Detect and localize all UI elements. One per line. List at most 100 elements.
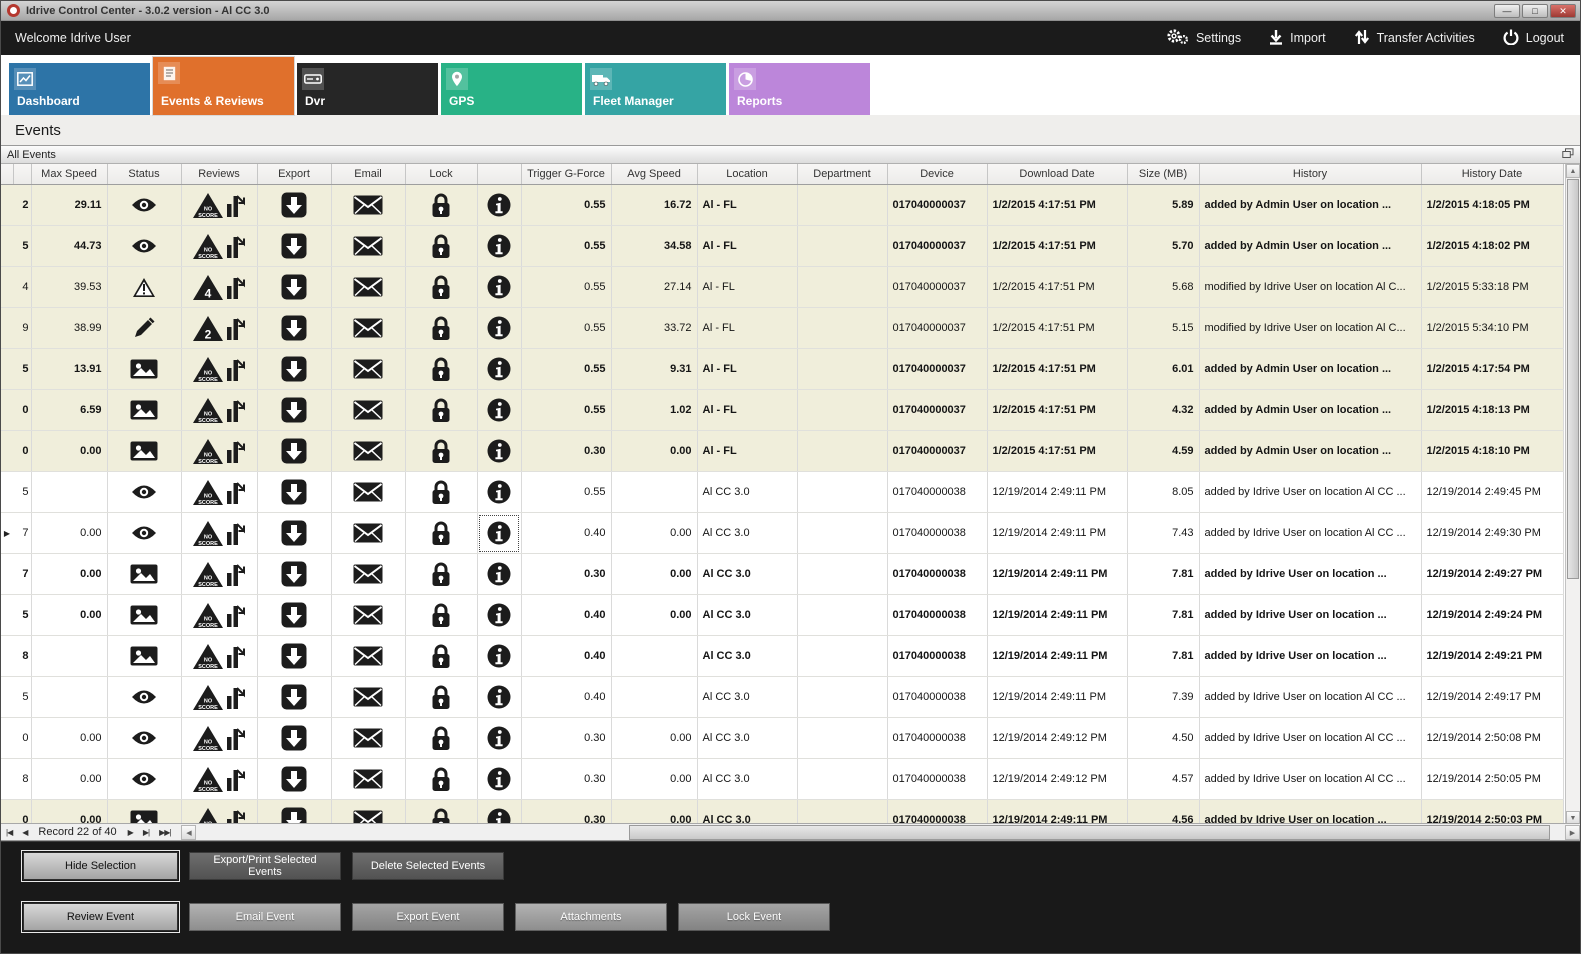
lock-icon[interactable] — [405, 226, 477, 267]
info-icon[interactable] — [477, 185, 521, 226]
column-header[interactable]: Reviews — [181, 164, 257, 185]
lock-icon[interactable] — [405, 800, 477, 824]
export-icon[interactable] — [257, 349, 331, 390]
export-icon[interactable] — [257, 636, 331, 677]
column-header[interactable]: Status — [107, 164, 181, 185]
delete-selected-button[interactable]: Delete Selected Events — [352, 852, 504, 880]
email-icon[interactable] — [331, 349, 405, 390]
review-score-icon[interactable]: NOSCORE — [181, 226, 257, 267]
restore-window-icon[interactable] — [1562, 148, 1574, 162]
email-icon[interactable] — [331, 636, 405, 677]
column-header[interactable]: Avg Speed — [611, 164, 697, 185]
export-icon[interactable] — [257, 800, 331, 824]
email-icon[interactable] — [331, 267, 405, 308]
email-icon[interactable] — [331, 554, 405, 595]
info-icon[interactable] — [477, 677, 521, 718]
info-icon[interactable] — [477, 554, 521, 595]
lock-icon[interactable] — [405, 308, 477, 349]
lock-icon[interactable] — [405, 390, 477, 431]
lock-icon[interactable] — [405, 472, 477, 513]
tab-reports[interactable]: Reports — [729, 63, 870, 115]
review-score-icon[interactable]: NOSCORE — [181, 718, 257, 759]
column-header[interactable]: Trigger G-Force — [521, 164, 611, 185]
tab-fleet-manager[interactable]: Fleet Manager — [585, 63, 726, 115]
email-icon[interactable] — [331, 759, 405, 800]
next-record-button[interactable]: ▶ — [123, 828, 138, 837]
email-event-button[interactable]: Email Event — [189, 903, 341, 931]
email-icon[interactable] — [331, 718, 405, 759]
info-icon[interactable] — [477, 349, 521, 390]
logout-button[interactable]: Logout — [1503, 29, 1564, 48]
export-icon[interactable] — [257, 431, 331, 472]
column-header[interactable]: Email — [331, 164, 405, 185]
export-icon[interactable] — [257, 759, 331, 800]
column-header[interactable]: Download Date — [987, 164, 1127, 185]
column-header[interactable]: Lock — [405, 164, 477, 185]
export-icon[interactable] — [257, 390, 331, 431]
info-icon[interactable] — [477, 718, 521, 759]
vertical-scrollbar-thumb[interactable] — [1567, 179, 1579, 579]
event-row[interactable]: 5NOSCORE0.55Al CC 3.001704000003812/19/2… — [1, 472, 1563, 513]
info-icon[interactable] — [477, 308, 521, 349]
lock-icon[interactable] — [405, 513, 477, 554]
review-score-icon[interactable]: NOSCORE — [181, 431, 257, 472]
info-icon[interactable] — [477, 431, 521, 472]
export-icon[interactable] — [257, 513, 331, 554]
close-button[interactable]: ✕ — [1550, 4, 1576, 18]
tab-gps[interactable]: GPS — [441, 63, 582, 115]
info-icon[interactable] — [477, 226, 521, 267]
column-header[interactable]: Location — [697, 164, 797, 185]
settings-button[interactable]: Settings — [1166, 28, 1241, 48]
info-icon[interactable] — [477, 472, 521, 513]
attachments-button[interactable]: Attachments — [515, 903, 667, 931]
event-row[interactable]: 70.00NOSCORE0.300.00Al CC 3.001704000003… — [1, 554, 1563, 595]
info-icon[interactable] — [477, 267, 521, 308]
lock-icon[interactable] — [405, 349, 477, 390]
scroll-up-icon[interactable]: ▲ — [1566, 164, 1580, 178]
column-header[interactable] — [13, 164, 31, 185]
import-button[interactable]: Import — [1269, 29, 1325, 48]
export-icon[interactable] — [257, 472, 331, 513]
export-icon[interactable] — [257, 677, 331, 718]
event-row[interactable]: 06.59NOSCORE0.551.02Al - FL0170400000371… — [1, 390, 1563, 431]
info-icon[interactable] — [477, 513, 521, 554]
event-row[interactable]: 513.91NOSCORE0.559.31Al - FL017040000037… — [1, 349, 1563, 390]
review-score-icon[interactable]: NOSCORE — [181, 677, 257, 718]
review-score-icon[interactable]: NOSCORE — [181, 636, 257, 677]
event-row[interactable]: 8NOSCORE0.40Al CC 3.001704000003812/19/2… — [1, 636, 1563, 677]
column-header[interactable]: History Date — [1421, 164, 1563, 185]
email-icon[interactable] — [331, 513, 405, 554]
event-row[interactable]: 50.00NOSCORE0.400.00Al CC 3.001704000003… — [1, 595, 1563, 636]
review-score-icon[interactable]: NOSCORE — [181, 595, 257, 636]
event-row[interactable]: 5NOSCORE0.40Al CC 3.001704000003812/19/2… — [1, 677, 1563, 718]
column-header[interactable]: Max Speed — [31, 164, 107, 185]
column-header[interactable]: Department — [797, 164, 887, 185]
scroll-right-icon[interactable]: ▶ — [1565, 825, 1580, 840]
info-icon[interactable] — [477, 800, 521, 824]
export-icon[interactable] — [257, 185, 331, 226]
hide-selection-button[interactable]: Hide Selection — [23, 852, 178, 880]
column-header[interactable]: Export — [257, 164, 331, 185]
info-icon[interactable] — [477, 595, 521, 636]
email-icon[interactable] — [331, 800, 405, 824]
review-score-icon[interactable]: NOSCORE — [181, 349, 257, 390]
next-page-button[interactable]: ▶▶| — [154, 828, 175, 837]
first-record-button[interactable]: |◀ — [1, 828, 17, 837]
column-header[interactable] — [1, 164, 13, 185]
event-row[interactable]: 80.00NOSCORE0.300.00Al CC 3.001704000003… — [1, 759, 1563, 800]
prev-record-button[interactable]: ◀ — [17, 828, 32, 837]
scroll-down-icon[interactable]: ▼ — [1566, 811, 1580, 823]
tab-events-reviews[interactable]: Events & Reviews — [153, 57, 294, 115]
horizontal-scrollbar-thumb[interactable] — [629, 825, 1550, 840]
export-event-button[interactable]: Export Event — [352, 903, 504, 931]
event-row[interactable]: 938.9920.5533.72Al - FL0170400000371/2/2… — [1, 308, 1563, 349]
email-icon[interactable] — [331, 308, 405, 349]
event-row[interactable]: 439.5340.5527.14Al - FL0170400000371/2/2… — [1, 267, 1563, 308]
review-score-icon[interactable]: NOSCORE — [181, 554, 257, 595]
scroll-left-icon[interactable]: ◀ — [181, 825, 196, 840]
tab-dvr[interactable]: Dvr — [297, 63, 438, 115]
lock-icon[interactable] — [405, 595, 477, 636]
export-icon[interactable] — [257, 595, 331, 636]
event-row[interactable]: 229.11NOSCORE0.5516.72Al - FL01704000003… — [1, 185, 1563, 226]
export-icon[interactable] — [257, 226, 331, 267]
